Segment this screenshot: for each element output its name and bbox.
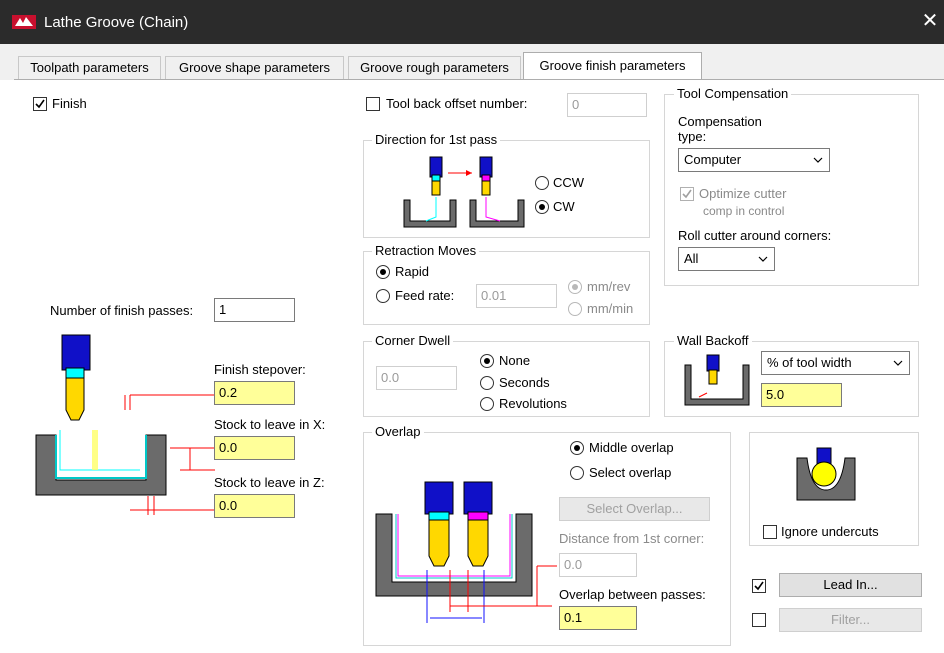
check-icon <box>754 581 764 591</box>
app-icon <box>12 15 36 29</box>
rapid-radio[interactable] <box>376 265 390 279</box>
num-finish-passes-input[interactable]: 1 <box>214 298 295 322</box>
check-icon <box>35 99 45 109</box>
overlap-diagram <box>375 481 557 623</box>
ignore-undercuts-checkbox[interactable] <box>763 525 777 539</box>
corner-dwell-title: Corner Dwell <box>372 333 454 348</box>
tool-back-offset-input[interactable]: 0 <box>567 93 647 117</box>
num-finish-passes-label: Number of finish passes: <box>50 303 194 318</box>
tab-groove-finish-parameters[interactable]: Groove finish parameters <box>523 52 702 80</box>
stock-to-leave-x-input[interactable]: 0.0 <box>214 436 295 460</box>
feed-rate-input[interactable]: 0.01 <box>476 284 557 308</box>
distance-from-corner-label: Distance from 1st corner: <box>559 531 705 546</box>
overlap-title: Overlap <box>372 424 424 439</box>
rapid-label: Rapid <box>395 264 429 279</box>
finish-stepover-label: Finish stepover: <box>214 362 306 377</box>
finish-label: Finish <box>52 96 87 111</box>
wall-backoff-input[interactable]: 5.0 <box>761 383 842 407</box>
cw-radio[interactable] <box>535 200 549 214</box>
compensation-type-label-1: Compensation <box>678 114 762 129</box>
roll-cutter-label: Roll cutter around corners: <box>678 228 832 243</box>
direction-group-title: Direction for 1st pass <box>372 132 501 147</box>
chevron-down-icon <box>813 152 823 170</box>
chevron-down-icon <box>893 355 903 373</box>
roll-cutter-select[interactable]: All <box>678 247 775 271</box>
tool-back-offset-checkbox[interactable] <box>366 97 380 111</box>
stock-to-leave-x-label: Stock to leave in X: <box>214 417 326 432</box>
optimize-cutter-checkbox[interactable] <box>680 187 694 201</box>
filter-checkbox[interactable] <box>752 613 766 627</box>
finish-stepover-input[interactable]: 0.2 <box>214 381 295 405</box>
tab-groove-shape-parameters[interactable]: Groove shape parameters <box>165 56 344 79</box>
compensation-type-value: Computer <box>684 152 742 167</box>
feed-rate-radio[interactable] <box>376 289 390 303</box>
select-overlap-button[interactable]: Select Overlap... <box>559 497 710 521</box>
filter-button[interactable]: Filter... <box>779 608 922 632</box>
stock-to-leave-z-label: Stock to leave in Z: <box>214 475 325 490</box>
tab-groove-rough-parameters[interactable]: Groove rough parameters <box>348 56 521 79</box>
overlap-between-passes-input[interactable]: 0.1 <box>559 606 637 630</box>
overlap-between-passes-label: Overlap between passes: <box>559 587 706 602</box>
undercut-diagram <box>796 447 856 501</box>
stock-to-leave-z-input[interactable]: 0.0 <box>214 494 295 518</box>
mm-min-label: mm/min <box>587 301 634 316</box>
compensation-type-label-2: type: <box>678 129 707 144</box>
select-overlap-radio[interactable] <box>570 466 584 480</box>
comp-in-control-label: comp in control <box>703 204 785 218</box>
window-title: Lathe Groove (Chain) <box>44 14 189 31</box>
tab-toolpath-parameters[interactable]: Toolpath parameters <box>18 56 161 79</box>
mm-rev-label: mm/rev <box>587 279 631 294</box>
feed-rate-label: Feed rate: <box>395 288 455 303</box>
ccw-label: CCW <box>553 175 585 190</box>
cw-label: CW <box>553 199 575 214</box>
retraction-group-title: Retraction Moves <box>372 243 480 258</box>
lead-in-checkbox[interactable] <box>752 579 766 593</box>
tool-back-offset-label: Tool back offset number: <box>386 96 528 111</box>
select-overlap-label: Select overlap <box>589 465 672 480</box>
middle-overlap-radio[interactable] <box>570 441 584 455</box>
close-icon[interactable]: ✕ <box>920 10 940 32</box>
dwell-revolutions-label: Revolutions <box>499 396 567 411</box>
wall-backoff-diagram <box>684 354 750 406</box>
distance-from-corner-input[interactable]: 0.0 <box>559 553 637 577</box>
finish-diagram <box>35 334 215 515</box>
mm-rev-radio[interactable] <box>568 280 582 294</box>
dwell-revolutions-radio[interactable] <box>480 397 494 411</box>
lead-in-button[interactable]: Lead In... <box>779 573 922 597</box>
wall-backoff-mode-value: % of tool width <box>767 355 852 370</box>
chevron-down-icon <box>758 251 768 269</box>
roll-cutter-value: All <box>684 251 699 266</box>
finish-checkbox[interactable] <box>33 97 47 111</box>
wall-backoff-mode-select[interactable]: % of tool width <box>761 351 910 375</box>
middle-overlap-label: Middle overlap <box>589 440 674 455</box>
dwell-none-label: None <box>499 353 531 368</box>
wall-backoff-title: Wall Backoff <box>674 333 752 348</box>
mm-min-radio[interactable] <box>568 302 582 316</box>
dwell-seconds-radio[interactable] <box>480 376 494 390</box>
tool-compensation-title: Tool Compensation <box>674 86 792 101</box>
dwell-none-radio[interactable] <box>480 354 494 368</box>
check-icon <box>682 189 692 199</box>
ccw-radio[interactable] <box>535 176 549 190</box>
direction-diagram <box>403 156 525 228</box>
ignore-undercuts-label: Ignore undercuts <box>781 524 879 539</box>
corner-dwell-input[interactable]: 0.0 <box>376 366 457 390</box>
compensation-type-select[interactable]: Computer <box>678 148 830 172</box>
dwell-seconds-label: Seconds <box>499 375 550 390</box>
optimize-cutter-label: Optimize cutter <box>699 186 787 201</box>
